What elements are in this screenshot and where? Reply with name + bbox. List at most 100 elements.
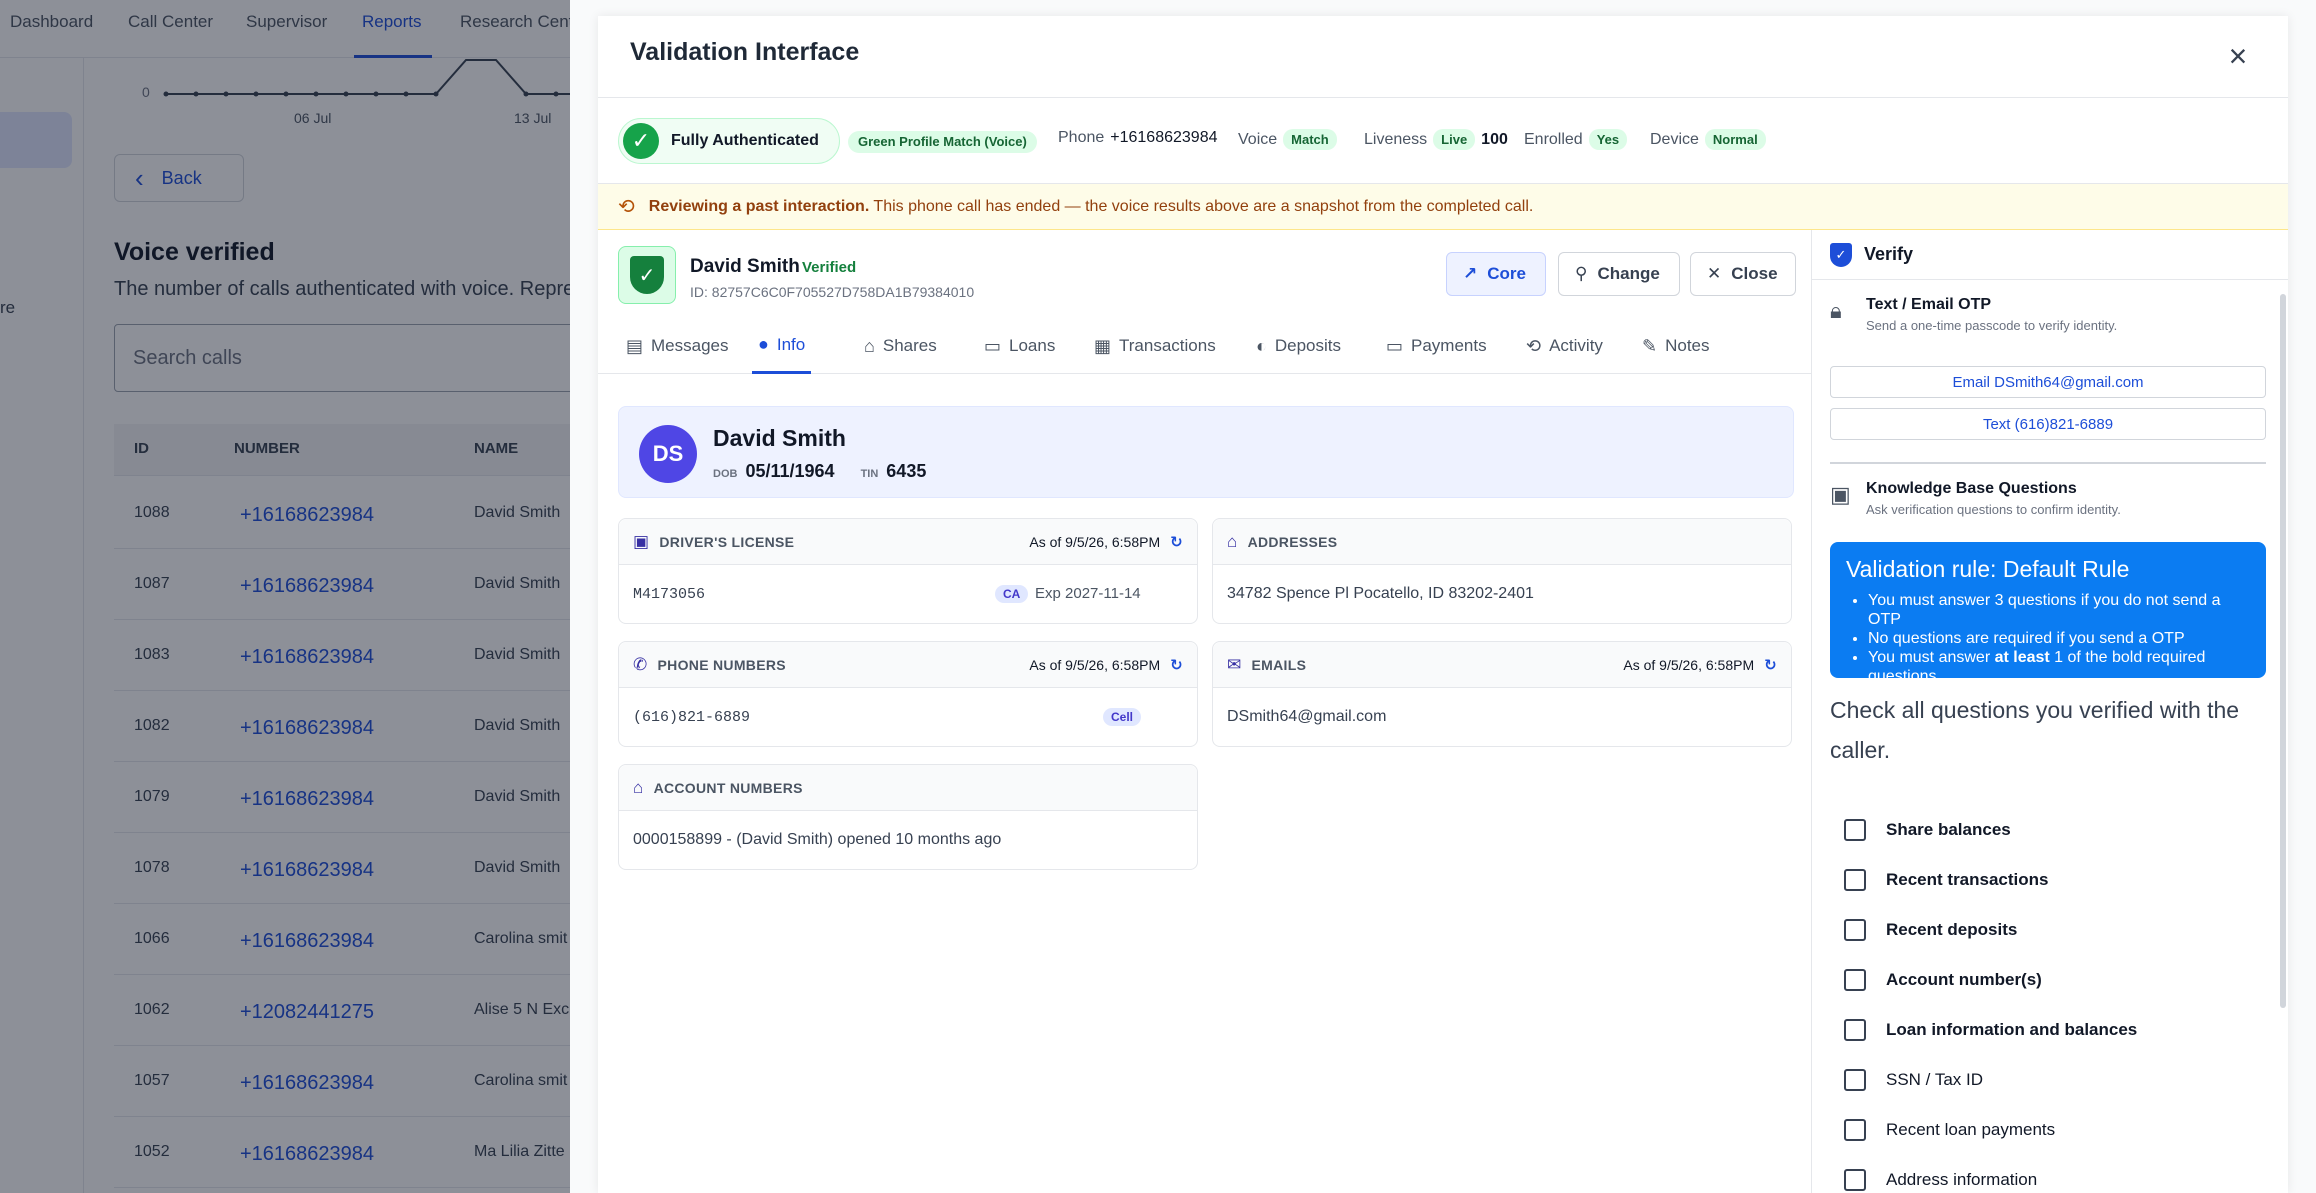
dob-label: DOB [713, 468, 738, 480]
close-label: Close [1731, 264, 1778, 283]
otp-title: Text / Email OTP [1866, 296, 1992, 313]
question-label: SSN / Tax ID [1886, 1070, 1983, 1089]
checkbox[interactable] [1844, 819, 1866, 841]
refresh-icon[interactable]: ↻ [1764, 656, 1777, 674]
tab-activity[interactable]: ⟲ Activity [1520, 318, 1609, 374]
phone-numbers-card: ✆ PHONE NUMBERS As of 9/5/26, 6:58PM ↻ (… [618, 641, 1198, 747]
otp-subtitle: Send a one-time passcode to verify ident… [1866, 318, 2118, 333]
receipt-icon: ▦ [1094, 335, 1112, 356]
question-checkbox-row[interactable]: Recent deposits [1844, 914, 2264, 946]
license-expiration: Exp 2027-11-14 [1035, 585, 1141, 602]
phone-icon: ✆ [633, 654, 648, 674]
stat-liveness-score: 100 [1481, 130, 1508, 148]
tab-loans[interactable]: ▭ Loans [978, 318, 1061, 374]
addresses-title: ADDRESSES [1247, 533, 1338, 550]
account-value: 0000158899 - (David Smith) opened 10 mon… [633, 831, 1002, 848]
stat-phone-label: Phone [1058, 129, 1105, 146]
shield-check-icon: ✓ [618, 246, 676, 304]
modal-title: Validation Interface [630, 38, 860, 66]
address-value: 34782 Spence Pl Pocatello, ID 83202-2401 [1227, 585, 1534, 602]
drivers-license-card: ▣ DRIVER'S LICENSE As of 9/5/26, 6:58PM … [618, 518, 1198, 624]
verify-scrollbar[interactable] [2280, 294, 2286, 1008]
section-divider [1830, 462, 2266, 464]
tab-transactions[interactable]: ▦ Transactions [1088, 318, 1222, 374]
question-checkbox-row[interactable]: Loan information and balances [1844, 1014, 2264, 1046]
question-label: Loan information and balances [1886, 1020, 2138, 1039]
id-card-icon: ▣ [633, 531, 650, 551]
avatar: DS [639, 425, 697, 483]
bank-icon: ⌂ [864, 335, 875, 356]
core-button[interactable]: ↗ Core [1446, 252, 1546, 296]
email-value: DSmith64@gmail.com [1227, 708, 1387, 725]
checkbox[interactable] [1844, 869, 1866, 891]
email-otp-button[interactable]: Email DSmith64@gmail.com [1830, 366, 2266, 398]
core-label: Core [1487, 264, 1526, 283]
close-icon[interactable]: × [2220, 38, 2256, 74]
tab-shares[interactable]: ⌂ Shares [858, 318, 943, 374]
modal-header: Validation Interface × [598, 16, 2288, 98]
refresh-icon[interactable]: ↻ [1170, 656, 1183, 674]
tab-notes[interactable]: ✎ Notes [1636, 318, 1716, 374]
shield-check-icon: ✓ [1830, 242, 1852, 267]
stat-voice-badge: Match [1283, 129, 1337, 150]
checkbox[interactable] [1844, 1119, 1866, 1141]
pencil-icon: ✎ [1642, 335, 1658, 356]
auth-status-pill: ✓ Fully Authenticated [618, 118, 840, 164]
close-x-icon: ✕ [1707, 264, 1722, 283]
tab-label: Deposits [1274, 336, 1342, 355]
checkbox[interactable] [1844, 919, 1866, 941]
close-member-button[interactable]: ✕ Close [1690, 252, 1796, 296]
tab-label: Loans [1009, 336, 1056, 355]
check-prompt: Check all questions you verified with th… [1830, 697, 2240, 763]
auth-status-label: Fully Authenticated [671, 132, 819, 149]
question-checkbox-row[interactable]: Share balances [1844, 814, 2264, 846]
question-label: Recent deposits [1886, 920, 2018, 939]
drivers-license-title: DRIVER'S LICENSE [659, 533, 795, 550]
text-otp-button[interactable]: Text (616)821-6889 [1830, 408, 2266, 440]
tab-label: Shares [882, 336, 937, 355]
checkbox[interactable] [1844, 1069, 1866, 1091]
change-button[interactable]: ⚲ Change [1558, 252, 1680, 296]
stat-liveness-label: Liveness [1364, 130, 1428, 148]
stat-enrolled-label: Enrolled [1524, 130, 1583, 148]
tab-payments[interactable]: ▭ Payments [1380, 318, 1493, 374]
rule-text: You must answer [1868, 649, 1995, 666]
question-checkbox-row[interactable]: Recent transactions [1844, 864, 2264, 896]
member-header: ✓ David Smith Verified ID: 82757C6C0F705… [618, 246, 1796, 306]
tab-label: Payments [1411, 336, 1487, 355]
phone-value: (616)821-6889 [633, 708, 751, 726]
person-icon: ● [758, 334, 769, 354]
question-checkbox-row[interactable]: Address information [1844, 1164, 2264, 1193]
user-search-icon: ⚲ [1575, 264, 1588, 283]
checkbox[interactable] [1844, 969, 1866, 991]
stat-voice-label: Voice [1238, 130, 1278, 148]
question-checkbox-row[interactable]: Account number(s) [1844, 964, 2264, 996]
question-label: Recent loan payments [1886, 1120, 2056, 1139]
lock-icon: 🔒︎ [1830, 298, 1842, 323]
profile-card: DS David Smith DOB 05/11/1964 TIN 6435 [618, 406, 1794, 498]
stat-device-badge: Normal [1704, 129, 1766, 150]
mail-icon: ✉ [1227, 654, 1242, 674]
rule-item: You must answer 3 questions if you do no… [1868, 591, 2250, 629]
tab-info[interactable]: ● Info [752, 318, 812, 374]
profile-meta: DOB 05/11/1964 TIN 6435 [713, 461, 926, 482]
rule-item: No questions are required if you send a … [1868, 629, 2250, 648]
rule-title: Validation rule: Default Rule [1846, 556, 2130, 582]
tab-deposits[interactable]: ◐ Deposits [1250, 318, 1347, 374]
status-bar: ✓ Fully Authenticated Green Profile Matc… [598, 98, 2288, 184]
home-icon: ⌂ [1227, 531, 1238, 551]
tin-value: 6435 [886, 461, 927, 481]
tab-messages[interactable]: ▤ Messages [620, 318, 735, 374]
checkbox[interactable] [1844, 1169, 1866, 1191]
kb-title: Knowledge Base Questions [1866, 480, 2077, 497]
review-banner-bold: Reviewing a past interaction. [648, 197, 870, 215]
phone-numbers-as-of: As of 9/5/26, 6:58PM [1029, 656, 1161, 673]
member-id: ID: 82757C6C0F705527D758DA1B79384010 [690, 284, 975, 300]
member-info-pane: ✓ David Smith Verified ID: 82757C6C0F705… [598, 230, 1812, 1193]
checkbox[interactable] [1844, 1019, 1866, 1041]
question-checkbox-row[interactable]: SSN / Tax ID [1844, 1064, 2264, 1096]
account-numbers-title: ACCOUNT NUMBERS [653, 779, 803, 796]
refresh-icon[interactable]: ↻ [1170, 533, 1183, 551]
question-checkbox-row[interactable]: Recent loan payments [1844, 1114, 2264, 1146]
validation-rule-box: Validation rule: Default Rule You must a… [1830, 542, 2266, 685]
